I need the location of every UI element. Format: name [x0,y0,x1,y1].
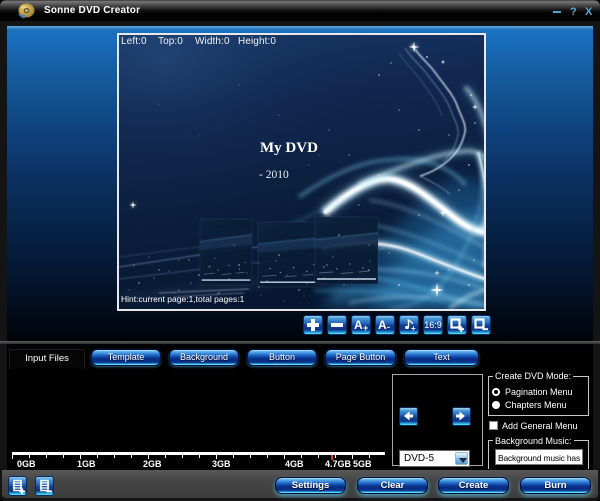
svg-text:+: + [363,323,368,333]
svg-text:-: - [387,322,390,332]
svg-text:A: A [354,318,363,332]
svg-text:+: + [411,324,416,333]
svg-text:A: A [378,318,387,332]
